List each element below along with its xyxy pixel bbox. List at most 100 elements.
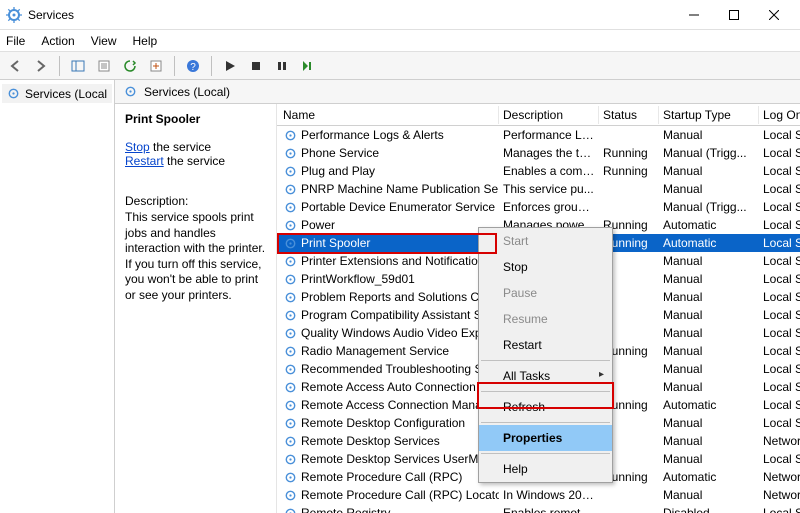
service-startup-cell: Manual	[659, 254, 759, 268]
stop-service-link[interactable]: Stop	[125, 140, 150, 154]
tree-item-services-local[interactable]: Services (Local	[2, 84, 112, 103]
service-startup-cell: Automatic	[659, 470, 759, 484]
service-row[interactable]: Remote RegistryEnables remote...Disabled…	[277, 504, 800, 513]
menu-view[interactable]: View	[91, 34, 117, 48]
gear-icon	[283, 416, 298, 431]
tree-item-label: Services (Local	[25, 87, 107, 101]
service-startup-cell: Manual	[659, 416, 759, 430]
service-row[interactable]: PNRP Machine Name Publication ServiceThi…	[277, 180, 800, 198]
service-desc-cell: Performance Lo...	[499, 128, 599, 142]
service-name-cell: Remote Access Auto Connection Man...	[279, 380, 499, 395]
column-status[interactable]: Status	[599, 106, 659, 124]
service-name-cell: Remote Access Connection Manager	[279, 398, 499, 413]
menu-help[interactable]: Help	[133, 34, 158, 48]
toolbar-help-button[interactable]: ?	[182, 55, 204, 77]
close-button[interactable]	[754, 1, 794, 29]
service-name-text: Remote Procedure Call (RPC)	[301, 470, 462, 484]
menu-action[interactable]: Action	[41, 34, 74, 48]
nav-forward-button[interactable]	[30, 55, 52, 77]
nav-back-button[interactable]	[4, 55, 26, 77]
service-startup-cell: Manual	[659, 182, 759, 196]
restart-service-line: Restart the service	[125, 154, 266, 168]
service-name-cell: Radio Management Service	[279, 344, 499, 359]
service-row[interactable]: Remote Procedure Call (RPC) LocatorIn Wi…	[277, 486, 800, 504]
service-startup-cell: Manual	[659, 452, 759, 466]
toolbar-stop-service-button[interactable]	[245, 55, 267, 77]
service-name-text: PrintWorkflow_59d01	[301, 272, 415, 286]
window-title: Services	[28, 8, 74, 22]
column-logon[interactable]: Log On As	[759, 106, 800, 124]
gear-icon	[283, 470, 298, 485]
column-description[interactable]: Description	[499, 106, 599, 124]
context-menu-pause[interactable]: Pause	[479, 280, 612, 306]
context-menu-start[interactable]: Start	[479, 228, 612, 254]
service-name-cell: Portable Device Enumerator Service	[279, 200, 499, 215]
pane-header-icon	[123, 84, 138, 99]
service-name-text: Printer Extensions and Notifications	[301, 254, 490, 268]
service-name-cell: Remote Desktop Services	[279, 434, 499, 449]
stop-service-line: Stop the service	[125, 140, 266, 154]
service-row[interactable]: Phone ServiceManages the te...RunningMan…	[277, 144, 800, 162]
gear-icon	[283, 254, 298, 269]
column-name[interactable]: Name	[279, 106, 499, 124]
toolbar-export-button[interactable]	[145, 55, 167, 77]
context-menu-properties[interactable]: Properties	[479, 425, 612, 451]
list-header-row: Name Description Status Startup Type Log…	[277, 104, 800, 126]
service-startup-cell: Manual	[659, 164, 759, 178]
toolbar-pause-service-button[interactable]	[271, 55, 293, 77]
context-menu-help[interactable]: Help	[479, 456, 612, 482]
context-menu-resume[interactable]: Resume	[479, 306, 612, 332]
context-menu-stop[interactable]: Stop	[479, 254, 612, 280]
service-startup-cell: Automatic	[659, 398, 759, 412]
toolbar-properties-button[interactable]	[93, 55, 115, 77]
context-menu-all-tasks[interactable]: All Tasks	[479, 363, 612, 389]
service-name-text: Remote Registry	[301, 506, 390, 513]
minimize-button[interactable]	[674, 1, 714, 29]
service-row[interactable]: Plug and PlayEnables a comp...RunningMan…	[277, 162, 800, 180]
service-startup-cell: Automatic	[659, 218, 759, 232]
service-logon-cell: Local System	[759, 272, 800, 286]
menu-file[interactable]: File	[6, 34, 25, 48]
toolbar-show-hide-tree-button[interactable]	[67, 55, 89, 77]
service-name-text: Remote Access Auto Connection Man...	[301, 380, 499, 394]
service-name-text: Remote Desktop Services	[301, 434, 440, 448]
toolbar-refresh-button[interactable]	[119, 55, 141, 77]
context-menu-restart[interactable]: Restart	[479, 332, 612, 358]
toolbar: ?	[0, 52, 800, 80]
service-logon-cell: Network Se...	[759, 434, 800, 448]
service-logon-cell: Local System	[759, 200, 800, 214]
service-logon-cell: Local System	[759, 452, 800, 466]
service-description-panel: Print Spooler Stop the service Restart t…	[115, 104, 277, 513]
gear-icon	[283, 344, 298, 359]
maximize-button[interactable]	[714, 1, 754, 29]
service-row[interactable]: Portable Device Enumerator ServiceEnforc…	[277, 198, 800, 216]
service-name-text: Problem Reports and Solutions Contr...	[301, 290, 499, 304]
context-menu-refresh[interactable]: Refresh	[479, 394, 612, 420]
service-name-text: Phone Service	[301, 146, 379, 160]
gear-icon	[283, 362, 298, 377]
service-logon-cell: Local System	[759, 308, 800, 322]
service-name-text: Plug and Play	[301, 164, 375, 178]
gear-icon	[283, 236, 298, 251]
service-name-cell: Recommended Troubleshooting Servi...	[279, 362, 499, 377]
gear-icon	[283, 506, 298, 513]
service-name-cell: Power	[279, 218, 499, 233]
service-logon-cell: Local Service	[759, 344, 800, 358]
svg-text:?: ?	[190, 62, 196, 73]
service-name-cell: Printer Extensions and Notifications	[279, 254, 499, 269]
service-name-cell: PrintWorkflow_59d01	[279, 272, 499, 287]
service-name-cell: Remote Desktop Services UserMode Port R.…	[279, 452, 499, 467]
toolbar-start-service-button[interactable]	[219, 55, 241, 77]
toolbar-restart-service-button[interactable]	[297, 55, 319, 77]
service-row[interactable]: Performance Logs & AlertsPerformance Lo.…	[277, 126, 800, 144]
service-name-cell: Remote Procedure Call (RPC)	[279, 470, 499, 485]
service-desc-cell: Manages the te...	[499, 146, 599, 160]
service-logon-cell: Local Service	[759, 326, 800, 340]
service-name-text: Program Compatibility Assistant Servi...	[301, 308, 499, 322]
column-startup[interactable]: Startup Type	[659, 106, 759, 124]
service-startup-cell: Manual	[659, 344, 759, 358]
service-startup-cell: Disabled	[659, 506, 759, 513]
service-logon-cell: Local System	[759, 236, 800, 250]
details-pane-header: Services (Local)	[115, 80, 800, 104]
restart-service-link[interactable]: Restart	[125, 154, 164, 168]
